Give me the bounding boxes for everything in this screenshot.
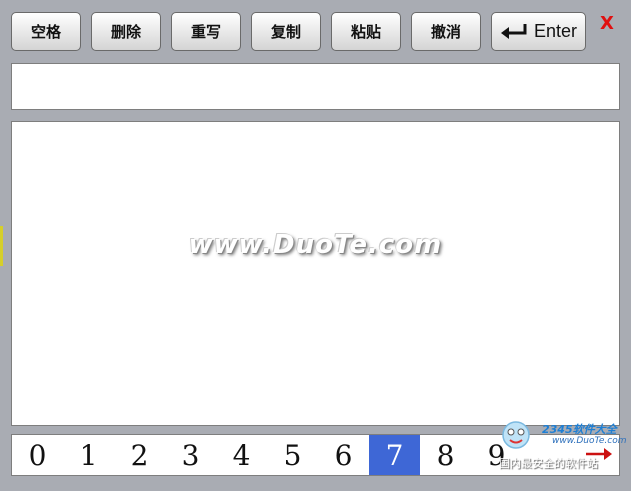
digit-key-0[interactable]: 0 (12, 435, 63, 475)
digit-key-1[interactable]: 1 (63, 435, 114, 475)
rewrite-label: 重写 (190, 23, 221, 41)
digit-key-3[interactable]: 3 (165, 435, 216, 475)
digit-key-4[interactable]: 4 (216, 435, 267, 475)
enter-return-icon (500, 23, 527, 39)
logo-url: www.DuoTe.com (552, 436, 627, 446)
digit-key-5[interactable]: 5 (267, 435, 318, 475)
close-label: X (600, 12, 614, 34)
digit-key-6[interactable]: 6 (318, 435, 369, 475)
delete-button[interactable]: 删除 (91, 12, 161, 51)
watermark: www.DuoTe.com (188, 230, 443, 260)
digit-key-7[interactable]: 7 (369, 435, 420, 475)
digit-key-8[interactable]: 8 (420, 435, 471, 475)
logo-tagline: 国内最安全的软件站 (499, 457, 598, 470)
logo-brand: 2345软件大全 (542, 423, 617, 436)
toolbar: 空格 删除 重写 复制 粘贴 撤消 Enter X (0, 0, 631, 60)
candidate-input[interactable] (11, 63, 620, 110)
undo-label: 撤消 (430, 23, 461, 41)
edge-marker (0, 226, 3, 266)
copy-label: 复制 (270, 23, 301, 41)
paste-button[interactable]: 粘贴 (331, 12, 401, 51)
close-icon[interactable]: X (596, 12, 618, 34)
delete-label: 删除 (110, 23, 141, 41)
undo-button[interactable]: 撤消 (411, 12, 481, 51)
copy-button[interactable]: 复制 (251, 12, 321, 51)
handwriting-area[interactable]: www.DuoTe.com (11, 121, 620, 426)
enter-label: Enter (533, 21, 578, 41)
paste-label: 粘贴 (350, 23, 381, 41)
space-button[interactable]: 空格 (11, 12, 81, 51)
enter-button[interactable]: Enter (491, 12, 586, 51)
mascot-icon (502, 421, 530, 449)
rewrite-button[interactable]: 重写 (171, 12, 241, 51)
digit-key-2[interactable]: 2 (114, 435, 165, 475)
space-label: 空格 (30, 23, 61, 41)
site-logo: 2345软件大全 www.DuoTe.com 国内最安全的软件站 (492, 412, 631, 472)
